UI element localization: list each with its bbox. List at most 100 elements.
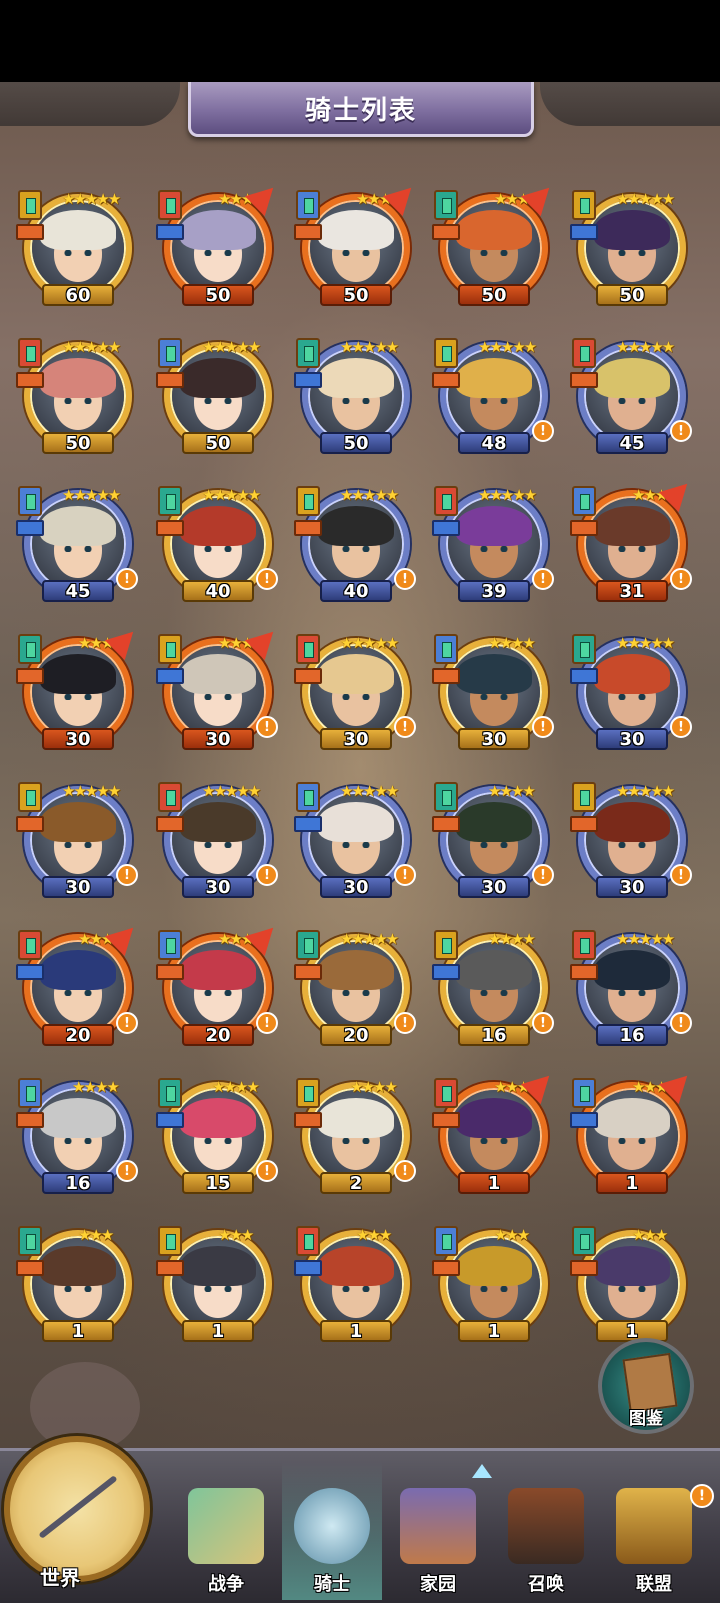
- knight-card[interactable]: ★★★ 1: [16, 1226, 138, 1354]
- knight-card[interactable]: ★★★★★ 30!: [294, 634, 416, 762]
- role-icon: [294, 224, 322, 240]
- knight-card[interactable]: ★★★★★ 30!: [16, 782, 138, 910]
- portrait-hair: [456, 210, 532, 250]
- nav-summon[interactable]: 召唤: [496, 1462, 596, 1600]
- knight-card[interactable]: ★★★★★ 30!: [570, 634, 692, 762]
- knight-portrait: [32, 498, 124, 590]
- level-plate: 30: [182, 728, 254, 750]
- knight-card[interactable]: ★★★ 30: [16, 621, 144, 762]
- knight-card[interactable]: ★★★★★ 40!: [156, 486, 278, 614]
- knight-card[interactable]: ★★★ 1: [570, 1065, 698, 1206]
- knight-card[interactable]: ★★★★★ 60: [16, 190, 138, 318]
- knight-card[interactable]: ★★★★★ 40!: [294, 486, 416, 614]
- class-icon: [434, 338, 458, 368]
- knight-card[interactable]: ★★★★ 16!: [16, 1078, 138, 1206]
- knight-card[interactable]: ★★★ 20!: [156, 917, 284, 1058]
- knight-card[interactable]: ★★★★ 30!: [432, 634, 554, 762]
- knight-portrait: [172, 1090, 264, 1182]
- star-rating: ★★★★: [488, 634, 536, 652]
- portrait-eyes: [616, 250, 648, 256]
- knight-card[interactable]: ★★★★★ 50: [570, 190, 692, 318]
- knight-card[interactable]: ★★★ 50: [432, 177, 560, 318]
- level-plate: 50: [42, 432, 114, 454]
- knight-portrait: [448, 794, 540, 886]
- role-icon: [156, 964, 184, 980]
- knight-card[interactable]: ★★★ 20!: [16, 917, 144, 1058]
- knight-portrait: [310, 1238, 402, 1330]
- nav-knights[interactable]: 骑士: [282, 1462, 382, 1600]
- role-icon: [16, 520, 44, 536]
- knight-card[interactable]: ★★★ 1: [294, 1226, 416, 1354]
- nav-alliance[interactable]: 联盟: [604, 1462, 704, 1600]
- knight-card[interactable]: ★★★ 1: [432, 1226, 554, 1354]
- level-plate: 16: [458, 1024, 530, 1046]
- knight-portrait: [310, 646, 402, 738]
- knight-card[interactable]: ★★★★★ 30!: [294, 782, 416, 910]
- knight-card[interactable]: ★★★★ 30!: [432, 782, 554, 910]
- knight-level: 20: [205, 1024, 231, 1046]
- role-icon: [16, 1112, 44, 1128]
- star-rating: ★★★★★: [616, 338, 675, 356]
- nav-war[interactable]: 战争: [176, 1462, 276, 1600]
- class-icon: [158, 1226, 182, 1256]
- portrait-eyes: [340, 250, 372, 256]
- portrait-hair: [594, 802, 670, 842]
- knight-card[interactable]: ★★★ 1: [570, 1226, 692, 1354]
- class-icon: [572, 1226, 596, 1256]
- knight-card[interactable]: ★★★★ 16!: [432, 930, 554, 1058]
- portrait-eyes: [62, 1138, 94, 1144]
- knight-level: 40: [343, 580, 369, 602]
- knight-card[interactable]: ★★★★★ 48!: [432, 338, 554, 466]
- knight-level: 31: [619, 580, 645, 602]
- knight-card[interactable]: ★★★ 50: [156, 177, 284, 318]
- class-icon: [434, 190, 458, 220]
- knight-card[interactable]: ★★★★★ 20!: [294, 930, 416, 1058]
- class-icon: [296, 782, 320, 812]
- portrait-hair: [318, 950, 394, 990]
- knight-portrait: [32, 202, 124, 294]
- codex-button[interactable]: 图鉴: [598, 1338, 694, 1434]
- class-icon: [572, 338, 596, 368]
- knight-card[interactable]: ★★★ 31!: [570, 473, 698, 614]
- page-title: 骑士列表: [304, 95, 417, 126]
- knight-card[interactable]: ★★★★★ 50: [294, 338, 416, 466]
- train-icon: [508, 1488, 584, 1564]
- knight-card[interactable]: ★★★★★ 45!: [570, 338, 692, 466]
- knight-card[interactable]: ★★★★★ 30!: [570, 782, 692, 910]
- level-plate: 16: [42, 1172, 114, 1194]
- role-icon: [156, 1260, 184, 1276]
- level-plate: 30: [596, 876, 668, 898]
- knight-card[interactable]: ★★★ 30!: [156, 621, 284, 762]
- knight-level: 30: [205, 876, 231, 898]
- knight-card[interactable]: ★★★★★ 39!: [432, 486, 554, 614]
- status-bar-area: [0, 0, 720, 82]
- knight-card[interactable]: ★★★★ 15!: [156, 1078, 278, 1206]
- knight-level: 40: [205, 580, 231, 602]
- alert-badge-icon: !: [532, 1012, 554, 1034]
- class-icon: [434, 1226, 458, 1256]
- portrait-hair: [318, 1098, 394, 1138]
- role-icon: [294, 1260, 322, 1276]
- knight-card[interactable]: ★★★ 1: [156, 1226, 278, 1354]
- nav-home[interactable]: 家园: [388, 1462, 488, 1600]
- knight-card[interactable]: ★★★★★ 50: [16, 338, 138, 466]
- knight-card[interactable]: ★★★★★ 45!: [16, 486, 138, 614]
- knight-card[interactable]: ★★★★★ 50: [156, 338, 278, 466]
- portrait-eyes: [340, 1138, 372, 1144]
- knight-card[interactable]: ★★★★★ 30!: [156, 782, 278, 910]
- knight-level: 39: [481, 580, 507, 602]
- knight-level: 50: [619, 284, 645, 306]
- level-plate: 1: [458, 1172, 530, 1194]
- knight-level: 30: [343, 728, 369, 750]
- knight-portrait: [586, 498, 678, 590]
- knight-card[interactable]: ★★★★★ 16!: [570, 930, 692, 1058]
- portrait-hair: [180, 950, 256, 990]
- star-rating: ★★★: [494, 1226, 530, 1244]
- knight-card[interactable]: ★★★ 50: [294, 177, 422, 318]
- portrait-hair: [318, 654, 394, 694]
- knight-level: 30: [205, 728, 231, 750]
- world-button[interactable]: 世界: [0, 1430, 160, 1600]
- knight-portrait: [586, 794, 678, 886]
- knight-card[interactable]: ★★★ 1: [432, 1065, 560, 1206]
- knight-card[interactable]: ★★★★ 2!: [294, 1078, 416, 1206]
